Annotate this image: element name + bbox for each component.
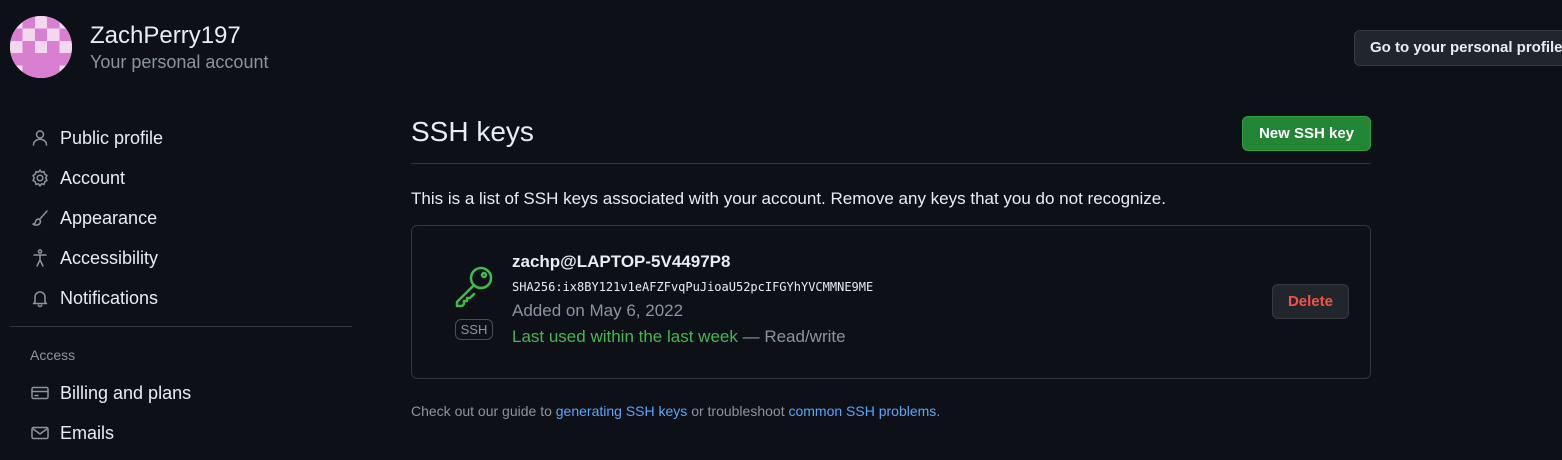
sidebar-item-label: Emails (60, 422, 115, 443)
page-header: SSH keys New SSH key (411, 112, 1371, 152)
guide-text: Check out our guide to generating SSH ke… (411, 403, 1371, 419)
settings-sidebar: Public profile Account Appearance Access… (10, 118, 352, 453)
sidebar-item-billing[interactable]: Billing and plans (10, 373, 352, 413)
guide-prefix: Check out our guide to (411, 403, 552, 419)
bell-icon (32, 291, 48, 308)
sidebar-item-public-profile[interactable]: Public profile (10, 118, 352, 158)
key-last-used: Last used within the last week (512, 327, 738, 346)
accessibility-icon (33, 249, 47, 267)
key-access-level: — Read/write (742, 327, 846, 346)
key-fingerprint: SHA256:ix8BY121v1eAFZFvqPuJioaU52pcIFGYh… (512, 280, 874, 294)
gear-icon (32, 169, 48, 187)
sidebar-item-emails[interactable]: Emails (10, 413, 352, 453)
new-ssh-key-button[interactable]: New SSH key (1241, 115, 1371, 151)
key-added-date: Added on May 6, 2022 (512, 301, 684, 320)
guide-suffix: . (936, 403, 941, 419)
account-subtitle: Your personal account (90, 52, 269, 72)
sidebar-section-access: Access (30, 347, 76, 363)
sidebar-item-account[interactable]: Account (10, 158, 352, 198)
ssh-type-badge: SSH (454, 319, 494, 340)
sidebar-item-label: Appearance (60, 207, 158, 228)
sidebar-divider (10, 326, 352, 327)
avatar[interactable] (10, 16, 72, 78)
sidebar-item-label: Billing and plans (60, 382, 192, 403)
intro-text: This is a list of SSH keys associated wi… (411, 189, 1166, 208)
sidebar-item-notifications[interactable]: Notifications (10, 278, 352, 318)
sidebar-item-appearance[interactable]: Appearance (10, 198, 352, 238)
person-icon (32, 130, 48, 146)
page-title: SSH keys (411, 116, 534, 147)
main-content: SSH keys New SSH key This is a list of S… (411, 112, 1371, 419)
key-details: zachp@LAPTOP-5V4497P8 SHA256:ix8BY121v1e… (512, 250, 873, 348)
account-header: ZachPerry197 Your personal account (10, 16, 268, 78)
common-ssh-problems-link[interactable]: common SSH problems (788, 403, 936, 419)
sidebar-item-label: Public profile (60, 127, 164, 148)
header-divider (411, 163, 1371, 164)
key-title: zachp@LAPTOP-5V4497P8 (512, 252, 731, 271)
paintbrush-icon (32, 210, 48, 226)
mail-icon (31, 426, 49, 440)
key-icon (455, 266, 493, 308)
go-to-profile-button[interactable]: Go to your personal profile (1354, 30, 1562, 66)
username[interactable]: ZachPerry197 (90, 21, 268, 51)
sidebar-item-label: Notifications (60, 287, 159, 308)
delete-key-button[interactable]: Delete (1271, 284, 1349, 319)
ssh-key-item: SSH zachp@LAPTOP-5V4497P8 SHA256:ix8BY12… (411, 225, 1371, 379)
sidebar-item-label: Account (60, 167, 126, 188)
guide-middle: or troubleshoot (691, 403, 785, 419)
sidebar-item-accessibility[interactable]: Accessibility (10, 238, 352, 278)
key-usage: Last used within the last week — Read/wr… (512, 326, 873, 348)
key-badge: SSH (450, 264, 498, 340)
generating-ssh-keys-link[interactable]: generating SSH keys (556, 403, 688, 419)
credit-card-icon (31, 386, 49, 400)
sidebar-item-label: Accessibility (60, 247, 159, 268)
